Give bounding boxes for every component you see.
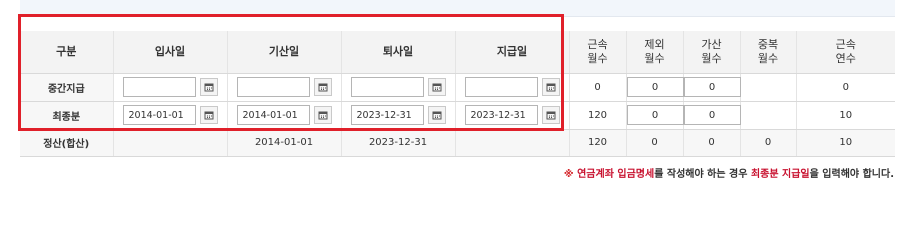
settlement-service-years: 10 — [796, 129, 895, 157]
row-final: 최종분 120 10 — [20, 101, 895, 130]
interim-pay-date-cell — [455, 73, 570, 102]
row-settlement: 정산(합산) 2014-01-01 2023-12-31 120 0 0 0 1… — [20, 129, 895, 157]
interim-excluded-months-input[interactable] — [626, 77, 684, 97]
settlement-hire-date — [113, 129, 228, 157]
retirement-period-table: 구분 입사일 기산일 퇴사일 지급일 근속 월수 제외 월수 가산 월수 중복 월수 근… — [20, 31, 895, 157]
calendar-icon[interactable] — [541, 106, 560, 124]
header-service-months: 근속 월수 — [569, 31, 627, 74]
final-excluded-months-input[interactable] — [626, 105, 684, 125]
interim-start-date-cell — [227, 73, 342, 102]
settlement-excluded-months: 0 — [626, 129, 684, 157]
settlement-service-months: 120 — [569, 129, 627, 157]
final-leave-date-cell — [341, 101, 456, 130]
settlement-added-months: 0 — [683, 129, 741, 157]
final-leave-date-input[interactable] — [350, 105, 424, 125]
header-excluded-months-line1: 제외 — [644, 37, 665, 51]
final-added-months-input[interactable] — [683, 105, 741, 125]
final-start-date-input[interactable] — [236, 105, 310, 125]
calendar-icon[interactable] — [427, 78, 446, 96]
settlement-pay-date — [455, 129, 570, 157]
notice-mark: ※ — [563, 169, 574, 180]
final-service-months: 120 — [569, 101, 627, 130]
interim-service-months: 0 — [569, 73, 627, 102]
interim-service-years: 0 — [796, 73, 895, 102]
final-start-date-cell — [227, 101, 342, 130]
interim-pay-date-input[interactable] — [464, 77, 538, 97]
interim-added-months-cell — [683, 73, 741, 102]
header-leave-date: 퇴사일 — [341, 31, 456, 74]
calendar-icon[interactable] — [199, 78, 218, 96]
interim-leave-date-input[interactable] — [350, 77, 424, 97]
calendar-icon[interactable] — [313, 78, 332, 96]
settlement-start-date: 2014-01-01 — [227, 129, 342, 157]
interim-hire-date-input[interactable] — [122, 77, 196, 97]
notice-text: ※ 연금계좌 입금명세를 작성해야 하는 경우 최종분 지급일을 입력해야 합니… — [564, 165, 894, 180]
calendar-icon[interactable] — [541, 78, 560, 96]
final-added-months-cell — [683, 101, 741, 130]
header-row: 구분 입사일 기산일 퇴사일 지급일 근속 월수 제외 월수 가산 월수 중복 월수 근… — [20, 31, 895, 74]
header-dup-months-line1: 중복 — [757, 37, 779, 51]
calendar-icon[interactable] — [313, 106, 332, 124]
header-category: 구분 — [20, 31, 114, 74]
calendar-icon[interactable] — [427, 106, 446, 124]
top-strip — [20, 0, 895, 17]
header-service-years-line1: 근속 — [835, 37, 856, 51]
notice-part-4: 을 입력해야 합니다. — [809, 169, 894, 180]
header-service-months-line1: 근속 — [587, 37, 608, 51]
row-interim: 중간지급 0 0 — [20, 73, 895, 102]
header-added-months-line1: 가산 — [701, 37, 722, 51]
header-added-months-line2: 월수 — [701, 51, 722, 65]
calendar-icon[interactable] — [199, 106, 218, 124]
header-service-years: 근속 연수 — [796, 31, 895, 74]
header-added-months: 가산 월수 — [683, 31, 741, 74]
notice-highlight-1: 연금계좌 입금명세 — [577, 169, 655, 180]
notice-highlight-2: 최종분 지급일 — [750, 169, 810, 180]
interim-hire-date-cell — [113, 73, 228, 102]
header-pay-date: 지급일 — [455, 31, 570, 74]
final-hire-date-cell — [113, 101, 228, 130]
header-start-date: 기산일 — [227, 31, 342, 74]
header-hire-date: 입사일 — [113, 31, 228, 74]
final-pay-date-cell — [455, 101, 570, 130]
final-pay-date-input[interactable] — [464, 105, 538, 125]
header-excluded-months: 제외 월수 — [626, 31, 684, 74]
row-settlement-label: 정산(합산) — [20, 129, 114, 157]
interim-leave-date-cell — [341, 73, 456, 102]
interim-added-months-input[interactable] — [683, 77, 741, 97]
final-hire-date-input[interactable] — [122, 105, 196, 125]
header-excluded-months-line2: 월수 — [644, 51, 665, 65]
final-excluded-months-cell — [626, 101, 684, 130]
header-dup-months: 중복 월수 — [740, 31, 797, 74]
interim-start-date-input[interactable] — [236, 77, 310, 97]
header-dup-months-line2: 월수 — [757, 51, 779, 65]
settlement-leave-date: 2023-12-31 — [341, 129, 456, 157]
settlement-dup-months: 0 — [740, 129, 797, 157]
final-service-years: 10 — [796, 101, 895, 130]
header-service-years-line2: 연수 — [835, 51, 856, 65]
row-final-label: 최종분 — [20, 101, 114, 130]
final-dup-months — [740, 101, 797, 130]
header-service-months-line2: 월수 — [587, 51, 608, 65]
interim-dup-months — [740, 73, 797, 102]
row-interim-label: 중간지급 — [20, 73, 114, 102]
interim-excluded-months-cell — [626, 73, 684, 102]
notice-part-2: 를 작성해야 하는 경우 — [654, 169, 748, 180]
